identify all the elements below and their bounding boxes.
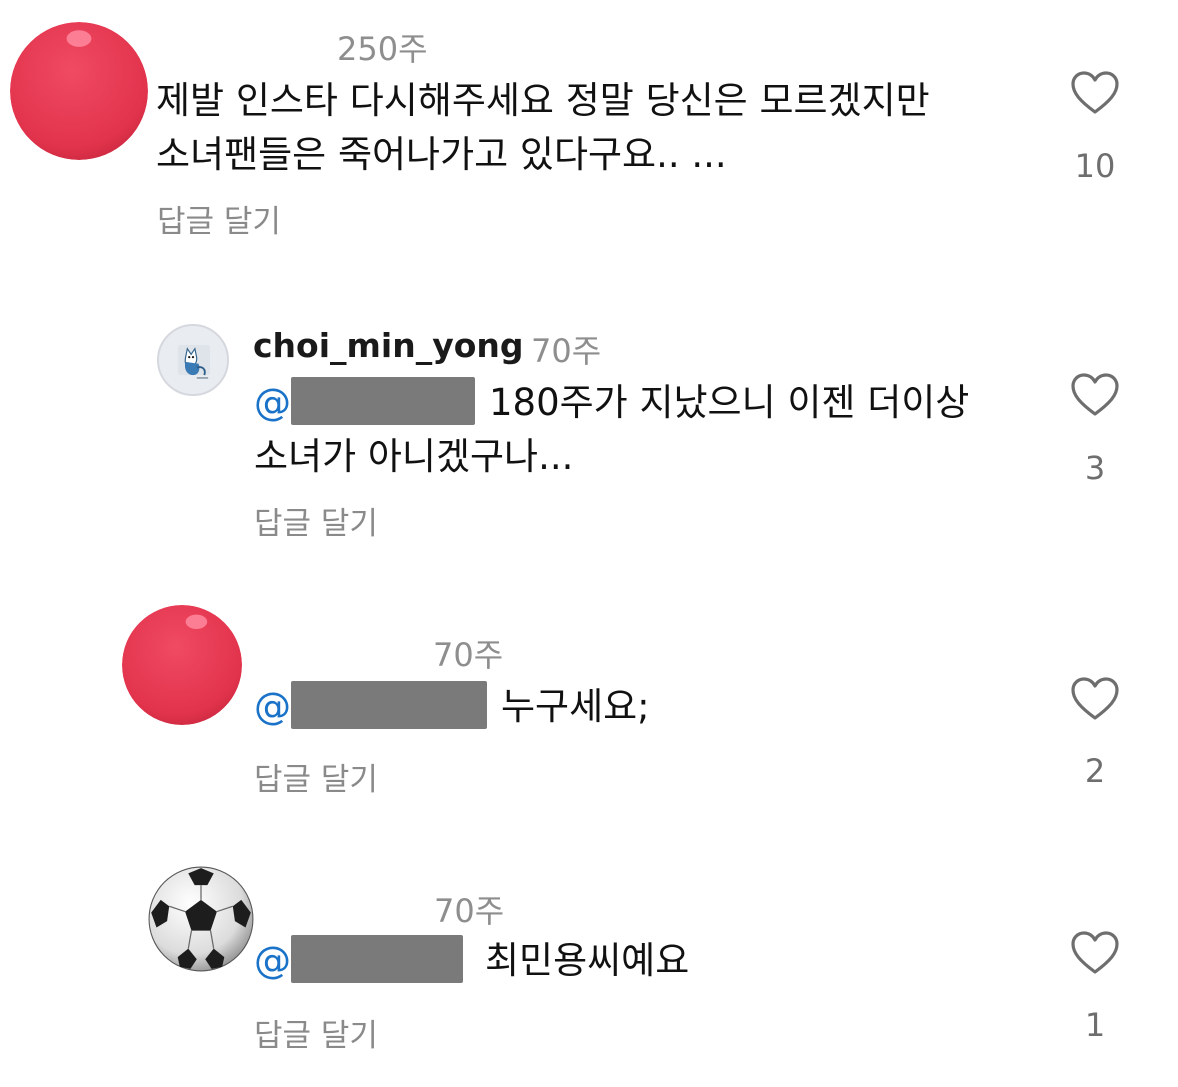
comment-text-span: 최민용씨예요	[485, 939, 690, 982]
avatar[interactable]	[10, 22, 148, 160]
like-count: 3	[1084, 449, 1106, 487]
comment-text-line: 제발 인스타 다시해주세요 정말 당신은 모르겠지만	[156, 79, 930, 122]
reply-button[interactable]: 답글 달기	[254, 498, 378, 543]
comment-text: @ 최민용씨예요	[254, 934, 689, 988]
like-button[interactable]	[1070, 70, 1120, 116]
avatar[interactable]	[157, 324, 229, 396]
like-button[interactable]	[1070, 676, 1120, 722]
like-button[interactable]	[1070, 930, 1120, 976]
like-count: 1	[1084, 1006, 1106, 1044]
comment-text: 제발 인스타 다시해주세요 정말 당신은 모르겠지만 소녀팬들은 죽어나가고 있…	[156, 74, 930, 182]
red-circle-avatar-icon	[122, 605, 242, 725]
redacted-username	[291, 935, 463, 983]
comment-text-span: 180주가 지났으니 이젠 더이상	[489, 381, 970, 424]
heart-outline-icon	[1071, 71, 1119, 114]
comment-username[interactable]: choi_min_yong	[253, 326, 524, 365]
mention-link[interactable]: @	[254, 685, 291, 728]
avatar[interactable]	[148, 866, 254, 972]
comment-text-line: @180주가 지났으니 이젠 더이상	[254, 376, 969, 430]
comment-timestamp: 70주	[434, 892, 505, 930]
reply-button[interactable]: 답글 달기	[157, 196, 281, 241]
reply-button[interactable]: 답글 달기	[254, 754, 378, 799]
red-circle-avatar-icon	[10, 22, 148, 160]
comment-text-line: 소녀가 아니겠구나...	[254, 435, 574, 478]
comment-text-span: 누구세요;	[501, 685, 650, 728]
mention-link[interactable]: @	[254, 939, 291, 982]
redacted-username	[291, 681, 487, 729]
comment-item: choi_min_yong 70주 @180주가 지났으니 이젠 더이상 소녀가…	[0, 300, 1178, 560]
comment-item: 70주 @ 최민용씨예요 답글 달기 1	[0, 860, 1178, 1087]
comment-text-line: 소녀팬들은 죽어나가고 있다구요.. ...	[156, 133, 727, 176]
cartoon-fox-avatar-icon	[159, 326, 227, 394]
redacted-username	[291, 377, 475, 425]
like-count: 2	[1084, 752, 1106, 790]
soccer-ball-avatar-icon	[148, 866, 254, 972]
comment-item: 250주 제발 인스타 다시해주세요 정말 당신은 모르겠지만 소녀팬들은 죽어…	[0, 0, 1178, 260]
reply-button[interactable]: 답글 달기	[254, 1010, 378, 1055]
heart-outline-icon	[1071, 373, 1119, 416]
comment-text: @ 누구세요;	[254, 680, 650, 734]
comment-timestamp: 70주	[433, 636, 504, 674]
comment-text: @180주가 지났으니 이젠 더이상 소녀가 아니겠구나...	[254, 376, 969, 484]
heart-outline-icon	[1071, 677, 1119, 720]
comment-item: 70주 @ 누구세요; 답글 달기 2	[0, 600, 1178, 820]
comment-timestamp: 250주	[337, 30, 428, 68]
avatar[interactable]	[122, 605, 242, 725]
mention-link[interactable]: @	[254, 381, 291, 424]
like-count: 10	[1074, 147, 1116, 185]
like-button[interactable]	[1070, 372, 1120, 418]
comment-timestamp: 70주	[531, 332, 602, 370]
heart-outline-icon	[1071, 931, 1119, 974]
